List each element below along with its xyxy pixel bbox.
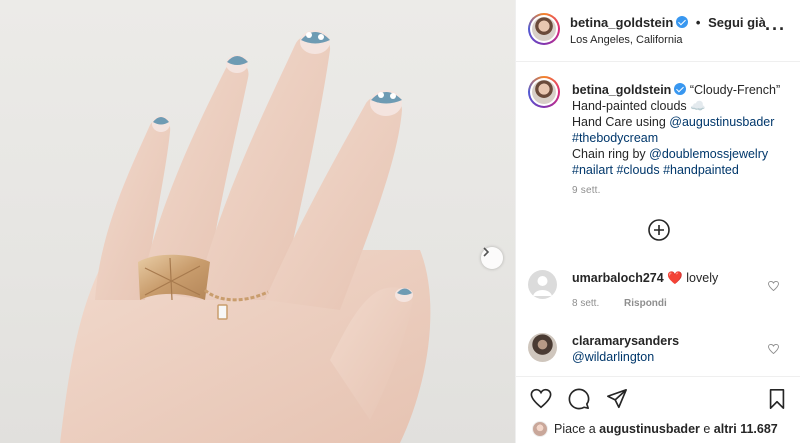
comment-text: claramarysanders @wildarlington — [572, 333, 772, 365]
likes-count[interactable]: altri 11.687 — [714, 422, 778, 436]
caption-timestamp[interactable]: 9 sett. — [572, 185, 601, 196]
load-more-comments-button[interactable] — [647, 218, 671, 242]
caption-title: “Cloudy-French” — [689, 83, 781, 97]
caption-line: Hand-painted clouds ☁️ — [572, 99, 706, 113]
likes-text: Piace a augustinusbader e altri 11.687 — [554, 422, 778, 436]
liker-avatar — [532, 421, 548, 437]
caption-line: Chain ring by — [572, 147, 650, 161]
comment-like-heart-icon[interactable] — [768, 278, 779, 296]
location-link[interactable]: Los Angeles, California — [570, 34, 683, 46]
mention-link[interactable]: @wildarlington — [572, 350, 654, 364]
post-side-panel: betina_goldstein • Segui già Los Angeles… — [515, 0, 800, 443]
verified-badge-icon — [674, 83, 687, 95]
likes-summary[interactable]: Piace a augustinusbader e altri 11.687 — [516, 413, 800, 443]
mention-link[interactable]: @augustinusbader — [669, 115, 774, 129]
likes-prefix: Piace a — [554, 422, 600, 436]
mention-link[interactable]: @doublemossjewelry — [649, 147, 768, 161]
commenter-avatar[interactable] — [528, 270, 557, 299]
hashtag-link[interactable]: #handpainted — [663, 163, 739, 177]
comment-bubble-icon[interactable] — [568, 388, 590, 410]
hand-illustration — [60, 30, 431, 443]
comment-like-heart-icon[interactable] — [768, 341, 779, 359]
liker-username[interactable]: augustinusbader — [599, 422, 700, 436]
more-options-icon[interactable]: ··· — [765, 20, 786, 38]
separator-dot: • — [695, 15, 701, 30]
caption-avatar[interactable] — [528, 76, 560, 108]
commenter-username[interactable]: umarbaloch274 — [572, 271, 664, 285]
heart-icon[interactable] — [530, 388, 552, 410]
likes-middle: e — [699, 422, 714, 436]
caption-username[interactable]: betina_goldstein — [572, 83, 671, 97]
next-photo-button[interactable] — [481, 247, 503, 269]
commenter-username[interactable]: claramarysanders — [572, 334, 679, 348]
verified-badge-icon — [676, 16, 689, 28]
caption-line: Hand Care using — [572, 115, 670, 129]
paper-plane-icon[interactable] — [606, 388, 628, 410]
bookmark-icon[interactable] — [766, 388, 788, 410]
comment-body: lovely — [686, 271, 719, 285]
hashtag-link[interactable]: #nailart — [572, 163, 613, 177]
author-username[interactable]: betina_goldstein — [570, 15, 673, 30]
author-avatar[interactable] — [528, 13, 560, 45]
post-header: betina_goldstein • Segui già Los Angeles… — [516, 0, 800, 62]
hashtag-link[interactable]: #clouds — [616, 163, 659, 177]
post-photo[interactable] — [0, 0, 515, 443]
comment-text: umarbaloch274 ❤️ lovely — [572, 270, 772, 286]
follow-button[interactable]: Segui già — [708, 15, 766, 30]
comment-timestamp[interactable]: 8 sett. — [572, 298, 599, 309]
commenter-avatar[interactable] — [528, 333, 557, 362]
hashtag-link[interactable]: #thebodycream — [572, 131, 658, 145]
reply-button[interactable]: Rispondi — [624, 298, 667, 309]
caption-text: betina_goldstein “Cloudy-French” Hand-pa… — [572, 82, 794, 178]
comment-meta: 8 sett. Rispondi — [572, 298, 667, 309]
plus-circle-icon — [647, 219, 671, 246]
header-line: betina_goldstein • Segui già — [570, 15, 766, 30]
comment-emoji: ❤️ — [667, 271, 683, 285]
